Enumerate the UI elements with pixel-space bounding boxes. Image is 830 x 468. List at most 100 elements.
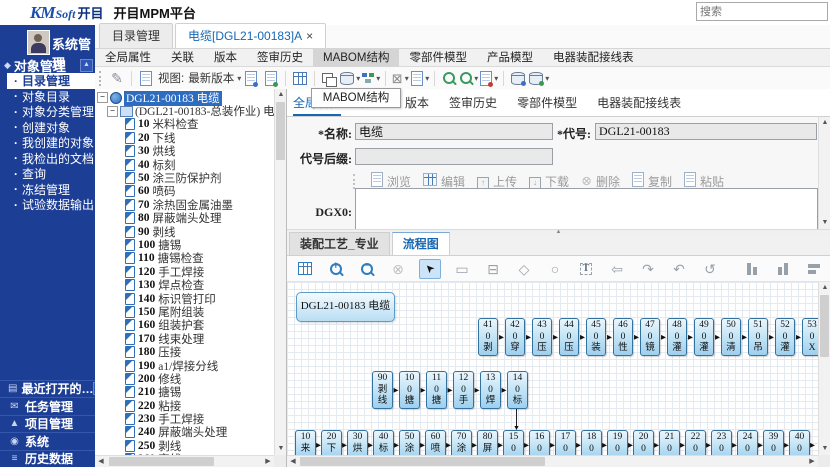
tab[interactable]: 零部件模型 [517,94,577,116]
tab[interactable]: 电器装配接线表 [543,48,644,67]
flow-node[interactable]: 450装 [586,318,606,356]
flow-node[interactable]: 510吊 [748,318,768,356]
flow-node[interactable]: 40标 [373,430,394,455]
sidebar-group[interactable]: ◉ 系统 [0,432,95,450]
tab[interactable]: 版本 [405,94,429,116]
flow-node[interactable]: 200 [633,430,654,455]
flow-node[interactable]: 240 [737,430,758,455]
scrollbar-thumb[interactable] [276,102,285,160]
doc-add-icon[interactable] [261,69,281,87]
form-vertical-scrollbar[interactable]: ▲ ▼ [818,117,830,229]
flow-node[interactable]: 500清 [721,318,741,356]
collapse-section-icon[interactable]: ▲ [80,59,93,72]
tree-operation[interactable]: 240 屏蔽端头处理 [95,426,274,439]
flow-node[interactable]: 130焊 [480,371,501,409]
code-field[interactable] [595,123,817,140]
flow-node[interactable]: 10来 [295,430,316,455]
flow-node[interactable]: 20下 [321,430,342,455]
db-edit-icon[interactable]: ▾ [528,69,550,87]
sidebar-item[interactable]: ·对象分类管理 [0,104,95,120]
table-edit-icon[interactable] [290,69,310,87]
close-tab-icon[interactable]: × [306,31,313,41]
flow-node[interactable]: 460性 [613,318,633,356]
tree-operation[interactable]: 170 线束处理 [95,332,274,345]
sidebar-item[interactable]: ·查询 [0,166,95,182]
sidebar-item[interactable]: ·创建对象 [0,120,95,136]
structure-icon[interactable]: ▾ [361,69,381,87]
tab[interactable]: 版本 [204,48,247,67]
scroll-down-icon[interactable]: ▼ [819,217,830,229]
flow-node[interactable]: 530X [802,318,818,356]
sidebar-group[interactable]: ▲ 项目管理 [0,415,95,433]
collapse-node-icon[interactable]: − [97,92,108,103]
search-box[interactable] [696,2,828,21]
flow-node[interactable]: 230 [711,430,732,455]
zoom-in-icon[interactable]: + [326,260,346,278]
doc-export-icon[interactable]: ▾ [479,69,499,87]
toolbar-grip[interactable] [99,71,103,86]
sidebar-item[interactable]: ·对象目录 [0,89,95,105]
uturn-arrow-icon[interactable]: ↷ [638,260,658,278]
flow-node[interactable]: 150 [503,430,524,455]
flow-edit-icon[interactable] [295,260,315,278]
flow-node[interactable]: 470镜 [640,318,660,356]
view-value[interactable]: 最新版本 [188,70,234,86]
dropdown-caret-icon[interactable]: ▾ [494,74,498,83]
flow-node[interactable]: 70涂 [451,430,472,455]
pointer-icon[interactable]: ➤ [419,259,441,279]
process-shape-icon[interactable]: ▭ [452,260,472,278]
tab[interactable]: 关联 [161,48,204,67]
flow-node[interactable]: 50涂 [399,430,420,455]
scroll-left-icon[interactable]: ◀ [287,456,299,467]
tab[interactable]: 签审历史 [247,48,313,67]
dropdown-caret-icon[interactable]: ▾ [376,74,380,83]
dropdown-caret-icon[interactable]: ▾ [405,74,409,83]
name-field[interactable] [355,123,553,140]
curve-arrow-icon[interactable]: ↶ [669,260,689,278]
scroll-left-icon[interactable]: ◀ [95,456,107,468]
sidebar-item[interactable]: ·我检出的文档 [0,151,95,167]
flow-node[interactable]: 400 [789,430,810,455]
dropdown-caret-icon[interactable]: ▾ [474,74,478,83]
scroll-up-icon[interactable]: ▲ [819,117,830,129]
subprocess-shape-icon[interactable]: ⊟ [483,260,503,278]
flow-node[interactable]: 110搪 [426,371,447,409]
flow-node[interactable]: 170 [555,430,576,455]
tab[interactable]: 零部件模型 [399,48,477,67]
flow-node[interactable]: 30烘 [347,430,368,455]
zoom-out-icon[interactable]: − [357,260,377,278]
search-advanced-icon[interactable]: ▾ [459,69,479,87]
flow-node[interactable]: 420穿 [505,318,525,356]
suffix-field[interactable] [355,148,553,165]
tree-operation[interactable]: 20 下线 [95,131,274,144]
collapse-node-icon[interactable]: − [107,106,118,117]
scroll-right-icon[interactable]: ▶ [806,456,818,467]
scroll-right-icon[interactable]: ▶ [262,456,274,468]
scroll-up-icon[interactable]: ▲ [819,282,830,294]
tab[interactable]: MABOM结构 [313,48,399,67]
arrow-left-icon[interactable]: ⇦ [607,260,627,278]
text-tool-icon[interactable]: T [576,260,596,278]
sidebar-group[interactable]: ▤ 最近打开的… ▼ [0,380,95,398]
edit-pencil-icon[interactable]: ✎ [107,69,127,87]
flow-node[interactable]: 490灌 [694,318,714,356]
flow-grid[interactable]: DGL21-00183 电缆 ▼ 410剥▶420穿▶430压▶440压▶450… [287,282,818,455]
flow-node[interactable]: 390 [763,430,784,455]
tab[interactable]: 电缆[DGL21-00183]A × [175,23,326,48]
dropdown-caret-icon[interactable]: ▾ [545,74,549,83]
tree-operation[interactable]: 200 修线 [95,372,274,385]
search-icon[interactable] [439,69,459,87]
flow-node[interactable]: 440压 [559,318,579,356]
overlap-windows-icon[interactable] [319,69,339,87]
scrollbar-thumb[interactable] [300,457,545,466]
flow-node[interactable]: 100搪 [399,371,420,409]
tree-operation[interactable]: 190 a1/焊接分线 [95,359,274,372]
align-right-icon[interactable] [773,260,793,278]
sidebar-item[interactable]: ·目录管理 [7,73,95,89]
frame-icon[interactable]: ⊠▾ [390,69,410,87]
flow-node[interactable]: 80屏 [477,430,498,455]
flow-node[interactable]: 180 [581,430,602,455]
tree-operation[interactable]: 50 涂三防保护剂 [95,171,274,184]
rotate-arrow-icon[interactable]: ↺ [700,260,720,278]
flow-root-node[interactable]: DGL21-00183 电缆 [296,292,395,322]
